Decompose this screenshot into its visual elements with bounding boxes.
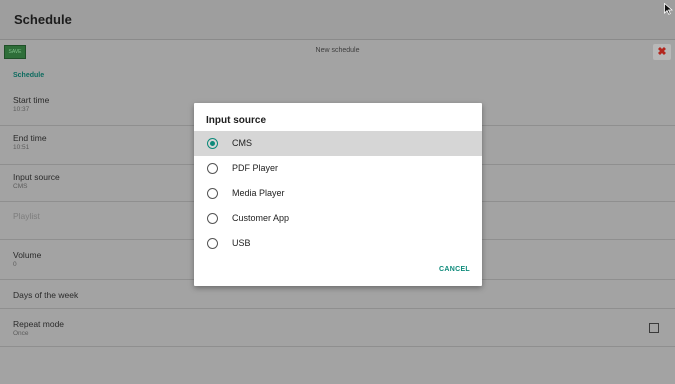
row-value: 10:51: [13, 144, 30, 151]
option-cms[interactable]: CMS: [194, 131, 482, 156]
row-label: Start time: [13, 95, 50, 105]
option-customer-app[interactable]: Customer App: [194, 206, 482, 231]
input-source-dialog: Input source CMS PDF Player Media Player…: [194, 103, 482, 286]
app-title: Schedule: [14, 12, 72, 27]
radio-button-icon: [207, 213, 218, 224]
checkbox-icon[interactable]: [649, 323, 659, 333]
row-label: Volume: [13, 250, 42, 260]
row-label: Repeat mode: [13, 319, 65, 329]
row-label: Input source: [13, 172, 60, 182]
radio-button-icon: [207, 163, 218, 174]
option-usb[interactable]: USB: [194, 231, 482, 256]
row-label: End time: [13, 133, 47, 143]
option-pdf-player[interactable]: PDF Player: [194, 156, 482, 181]
section-header: Schedule: [13, 72, 45, 79]
option-label: PDF Player: [232, 163, 279, 173]
option-label: Customer App: [232, 213, 290, 223]
row-value: Once: [13, 330, 29, 337]
toolbar-title: New schedule: [315, 47, 360, 54]
option-media-player[interactable]: Media Player: [194, 181, 482, 206]
row-value: 10:37: [13, 106, 30, 113]
app-bar: Schedule: [0, 0, 675, 40]
close-icon: ✖: [657, 46, 667, 58]
dialog-title: Input source: [206, 115, 267, 126]
radio-button-icon: [207, 138, 218, 149]
row-label: Playlist: [13, 211, 40, 221]
row-value: 0: [13, 261, 17, 268]
row-label: Days of the week: [13, 290, 79, 300]
option-label: USB: [232, 238, 251, 248]
schedule-toolbar: SAVE New schedule ✖: [0, 41, 675, 63]
option-label: Media Player: [232, 188, 285, 198]
row-value: CMS: [13, 183, 28, 190]
repeat-mode-row[interactable]: Repeat mode Once: [0, 309, 675, 347]
cancel-button[interactable]: CANCEL: [439, 266, 470, 273]
radio-button-icon: [207, 188, 218, 199]
radio-button-icon: [207, 238, 218, 249]
close-button[interactable]: ✖: [653, 44, 671, 60]
option-label: CMS: [232, 138, 252, 148]
mouse-pointer-icon: [664, 3, 673, 15]
